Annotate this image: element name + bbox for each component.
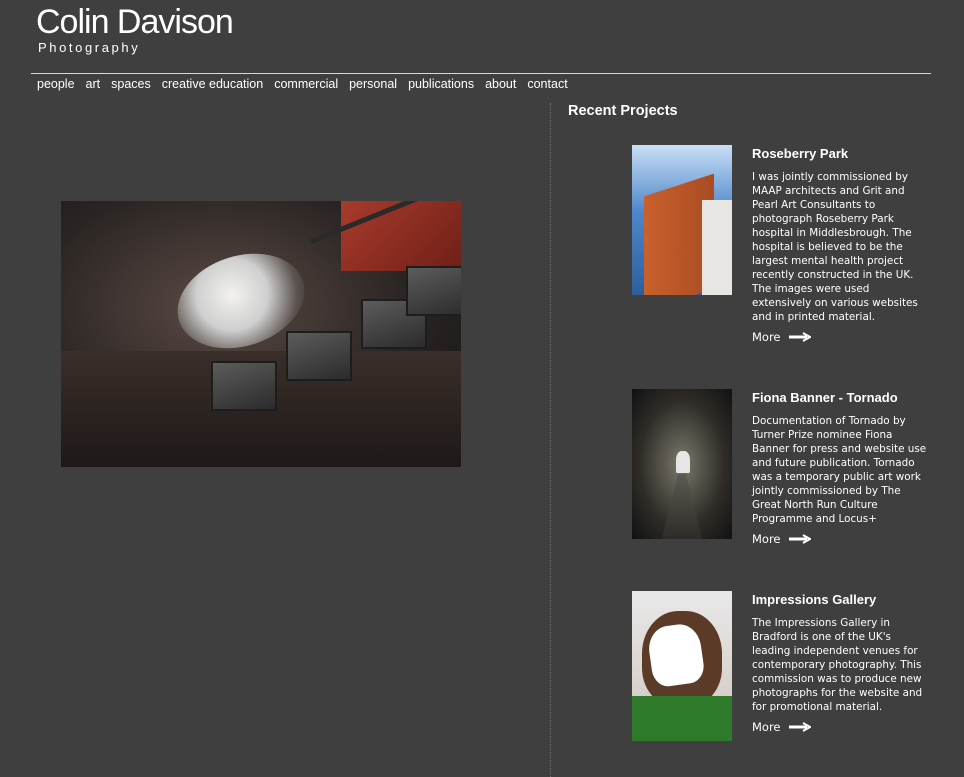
arrow-right-icon — [788, 332, 811, 342]
hero-mold — [211, 361, 277, 411]
hero-mold — [286, 331, 352, 381]
project-description: I was jointly commissioned by MAAP archi… — [752, 171, 918, 323]
nav-personal[interactable]: personal — [349, 77, 397, 91]
project-description: Documentation of Tornado by Turner Prize… — [752, 415, 927, 525]
nav-contact[interactable]: contact — [527, 77, 567, 91]
project-thumbnail[interactable] — [632, 389, 732, 539]
project-description: The Impressions Gallery in Bradford is o… — [752, 617, 923, 713]
more-label: More — [752, 720, 781, 734]
project-title[interactable]: Impressions Gallery — [752, 591, 927, 608]
more-link[interactable]: More — [752, 330, 927, 344]
recent-projects-heading: Recent Projects — [568, 103, 678, 119]
project-thumbnail[interactable] — [632, 591, 732, 741]
nav-about[interactable]: about — [485, 77, 516, 91]
project-thumbnail[interactable] — [632, 145, 732, 295]
site-title[interactable]: Colin Davison — [36, 4, 234, 40]
site-subtitle: Photography — [38, 40, 141, 55]
thumb-floor — [662, 474, 702, 539]
thumb-shirt — [632, 696, 732, 741]
more-label: More — [752, 330, 781, 344]
nav-commercial[interactable]: commercial — [274, 77, 338, 91]
main-nav: people art spaces creative education com… — [37, 77, 568, 91]
nav-art[interactable]: art — [86, 77, 101, 91]
nav-spaces[interactable]: spaces — [111, 77, 151, 91]
arrow-right-icon — [788, 534, 811, 544]
more-link[interactable]: More — [752, 720, 927, 734]
header-divider — [31, 73, 931, 74]
more-label: More — [752, 532, 781, 546]
nav-creative-education[interactable]: creative education — [162, 77, 263, 91]
column-divider — [550, 103, 551, 777]
project-title[interactable]: Roseberry Park — [752, 145, 927, 162]
hero-image[interactable] — [61, 201, 461, 467]
nav-people[interactable]: people — [37, 77, 75, 91]
project-title[interactable]: Fiona Banner - Tornado — [752, 389, 927, 406]
hero-red-sleeve — [341, 201, 461, 271]
thumb-sculpture — [676, 451, 690, 473]
hero-mold — [406, 266, 461, 316]
thumb-building-wing — [702, 200, 732, 295]
site-header: Colin Davison Photography — [36, 4, 234, 55]
more-link[interactable]: More — [752, 532, 927, 546]
nav-publications[interactable]: publications — [408, 77, 474, 91]
arrow-right-icon — [788, 722, 811, 732]
